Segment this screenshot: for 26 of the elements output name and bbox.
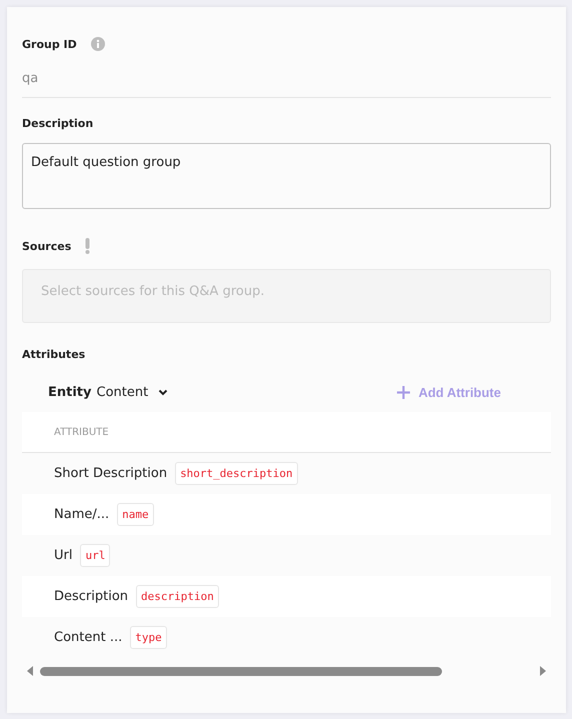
attribute-key-tag: short_description — [175, 462, 298, 485]
sources-field[interactable]: Select sources for this Q&A group. — [22, 269, 551, 323]
plus-icon — [397, 386, 410, 399]
attribute-name: Content ... — [54, 630, 122, 645]
attribute-key-tag: url — [80, 544, 110, 567]
exclamation-icon — [85, 238, 90, 254]
attribute-name: Short Description — [54, 466, 168, 481]
attribute-name: Name/... — [54, 507, 110, 522]
attribute-key-tag: description — [136, 585, 219, 608]
attribute-name: Description — [54, 589, 128, 604]
column-header: ATTRIBUTE — [54, 426, 109, 438]
info-icon[interactable] — [90, 37, 105, 51]
field-label: Attributes — [22, 348, 86, 360]
field-label: Description — [22, 116, 94, 130]
attribute-name: Url — [54, 548, 72, 563]
field-label: Group ID — [22, 38, 77, 50]
chevron-down-icon — [158, 389, 168, 396]
field-label: Sources — [22, 240, 72, 252]
attribute-key-tag: type — [130, 626, 167, 649]
group-id-value: qa — [22, 71, 40, 86]
entity-dropdown[interactable]: Entity Content — [48, 385, 168, 400]
scroll-left-icon[interactable] — [26, 666, 34, 676]
scroll-right-icon[interactable] — [539, 666, 547, 676]
attribute-key-tag: name — [117, 503, 154, 526]
description-field[interactable]: Default question group — [22, 143, 551, 209]
scrollbar-thumb[interactable] — [40, 666, 442, 676]
